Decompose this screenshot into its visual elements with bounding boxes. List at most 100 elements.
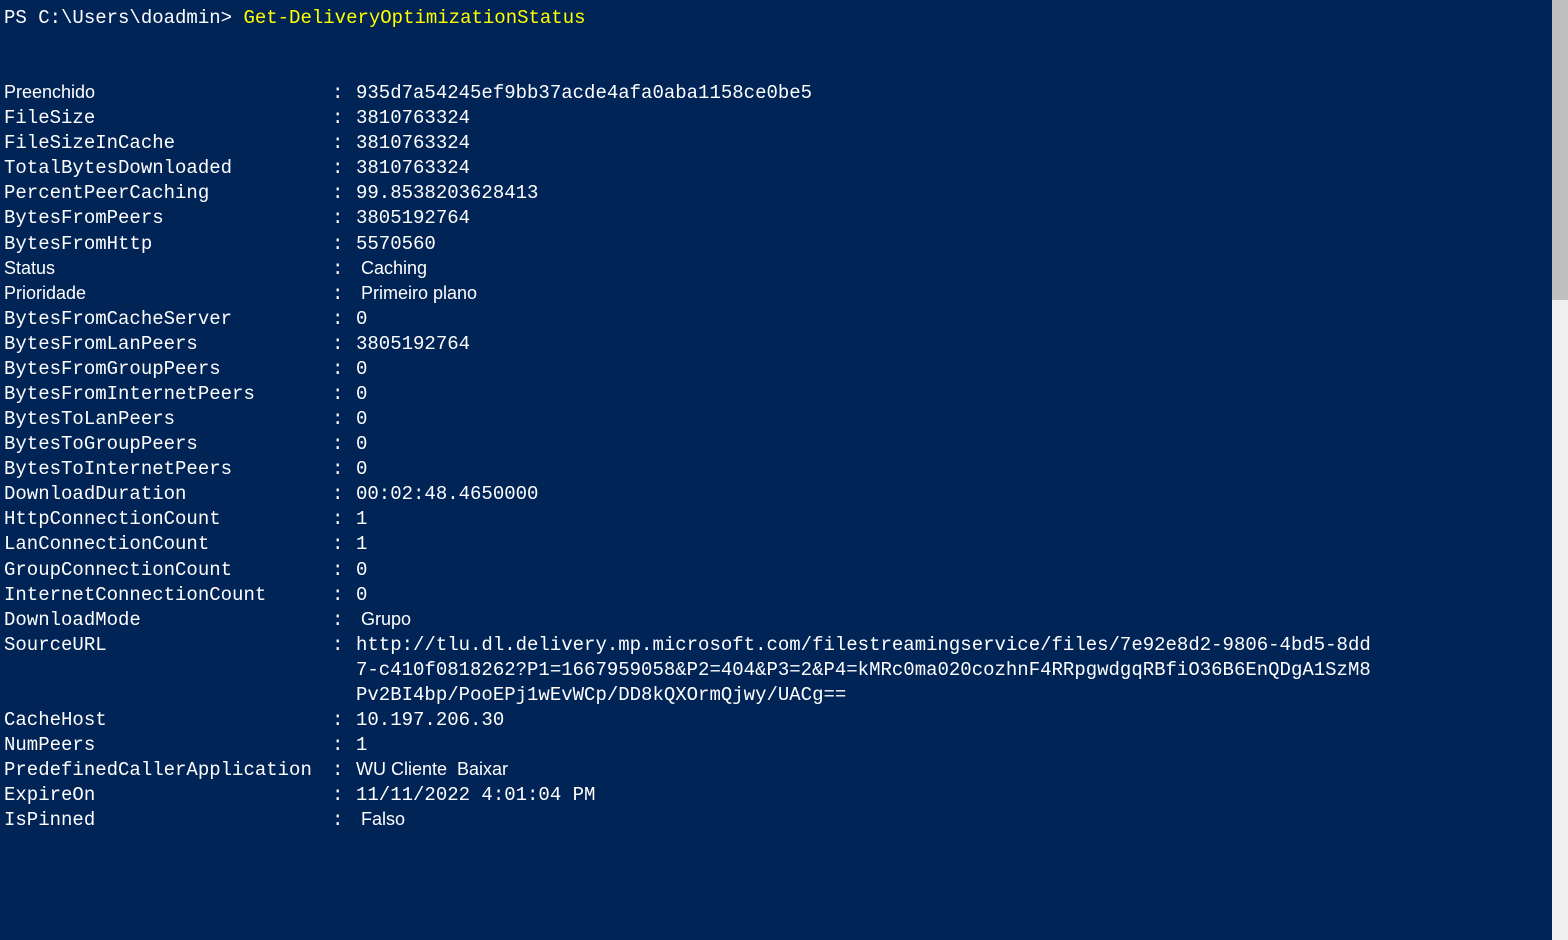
vertical-scrollbar[interactable] [1552, 0, 1568, 940]
property-value: 3810763324 [356, 106, 1564, 131]
output-row: Preenchido: 935d7a54245ef9bb37acde4afa0a… [4, 81, 1564, 106]
property-value: 3805192764 [356, 206, 1564, 231]
property-value: 0 [356, 432, 1564, 457]
property-value: 1 [356, 733, 1564, 758]
separator: : [332, 783, 356, 808]
property-key: Preenchido [4, 81, 332, 106]
prompt-line: PS C:\Users\doadmin> Get-DeliveryOptimiz… [4, 6, 1564, 31]
output-row: BytesFromHttp: 5570560 [4, 232, 1564, 257]
property-value: 10.197.206.30 [356, 708, 1564, 733]
separator: : [332, 558, 356, 583]
output-row: BytesFromPeers: 3805192764 [4, 206, 1564, 231]
property-value: 0 [356, 583, 1564, 608]
output-row: TotalBytesDownloaded: 3810763324 [4, 156, 1564, 181]
output-row: InternetConnectionCount: 0 [4, 583, 1564, 608]
scrollbar-thumb[interactable] [1552, 0, 1568, 300]
separator: : [332, 733, 356, 758]
property-value: 99.8538203628413 [356, 181, 1564, 206]
output-row: FileSize: 3810763324 [4, 106, 1564, 131]
property-value: 5570560 [356, 232, 1564, 257]
output-row: DownloadMode: Grupo [4, 608, 1564, 633]
separator: : [332, 232, 356, 257]
separator: : [332, 257, 356, 282]
separator: : [332, 583, 356, 608]
separator: : [332, 382, 356, 407]
property-key: IsPinned [4, 808, 332, 833]
property-value: 0 [356, 457, 1564, 482]
property-key: BytesToInternetPeers [4, 457, 332, 482]
property-value: Falso [356, 808, 1564, 833]
property-key: PercentPeerCaching [4, 181, 332, 206]
output-row: CacheHost: 10.197.206.30 [4, 708, 1564, 733]
separator: : [332, 407, 356, 432]
property-key: BytesFromInternetPeers [4, 382, 332, 407]
property-key: TotalBytesDownloaded [4, 156, 332, 181]
separator: : [332, 608, 356, 633]
property-key: HttpConnectionCount [4, 507, 332, 532]
output-row: Prioridade: Primeiro plano [4, 282, 1564, 307]
property-key: BytesFromHttp [4, 232, 332, 257]
output-row: GroupConnectionCount: 0 [4, 558, 1564, 583]
output-row: BytesFromInternetPeers: 0 [4, 382, 1564, 407]
separator: : [332, 156, 356, 181]
output-row: BytesToGroupPeers: 0 [4, 432, 1564, 457]
property-value: 0 [356, 558, 1564, 583]
property-value: Grupo [356, 608, 1564, 633]
separator: : [332, 307, 356, 332]
property-value: 0 [356, 357, 1564, 382]
separator: : [332, 81, 356, 106]
property-key: BytesToGroupPeers [4, 432, 332, 457]
output-row: FileSizeInCache: 3810763324 [4, 131, 1564, 156]
property-key: DownloadDuration [4, 482, 332, 507]
output-row: DownloadDuration: 00:02:48.4650000 [4, 482, 1564, 507]
property-key: BytesFromCacheServer [4, 307, 332, 332]
separator: : [332, 432, 356, 457]
property-key: DownloadMode [4, 608, 332, 633]
output-row: NumPeers: 1 [4, 733, 1564, 758]
property-key: NumPeers [4, 733, 332, 758]
property-value: http://tlu.dl.delivery.mp.microsoft.com/… [356, 633, 1564, 658]
separator: : [332, 282, 356, 307]
property-key: ExpireOn [4, 783, 332, 808]
separator: : [332, 633, 356, 658]
output-row: IsPinned: Falso [4, 808, 1564, 833]
separator: : [332, 532, 356, 557]
property-key: SourceURL [4, 633, 332, 658]
property-key: BytesFromPeers [4, 206, 332, 231]
output-row: BytesToInternetPeers: 0 [4, 457, 1564, 482]
property-key: FileSizeInCache [4, 131, 332, 156]
property-value: Primeiro plano [356, 282, 1564, 307]
blank-spacer [4, 31, 1564, 81]
property-value-continuation: 7-c410f0818262?P1=1667959058&P2=404&P3=2… [4, 658, 1564, 683]
property-value: 935d7a54245ef9bb37acde4afa0aba1158ce0be5 [356, 81, 1564, 106]
property-key: InternetConnectionCount [4, 583, 332, 608]
property-value: 3810763324 [356, 156, 1564, 181]
property-value: Caching [356, 257, 1564, 282]
output-row: BytesToLanPeers: 0 [4, 407, 1564, 432]
property-key: BytesFromLanPeers [4, 332, 332, 357]
property-key: Status [4, 257, 332, 282]
property-key: BytesFromGroupPeers [4, 357, 332, 382]
property-value: 11/11/2022 4:01:04 PM [356, 783, 1564, 808]
separator: : [332, 507, 356, 532]
property-value-continuation: Pv2BI4bp/PooEPj1wEvWCp/DD8kQXOrmQjwy/UAC… [4, 683, 1564, 708]
separator: : [332, 206, 356, 231]
property-value: 1 [356, 532, 1564, 557]
property-key: PredefinedCallerApplication [4, 758, 332, 783]
property-key: GroupConnectionCount [4, 558, 332, 583]
property-value: 0 [356, 382, 1564, 407]
output-row: PercentPeerCaching: 99.8538203628413 [4, 181, 1564, 206]
separator: : [332, 332, 356, 357]
output-row: PredefinedCallerApplication: WU Cliente … [4, 758, 1564, 783]
separator: : [332, 457, 356, 482]
command-output: Preenchido: 935d7a54245ef9bb37acde4afa0a… [4, 81, 1564, 833]
output-row: LanConnectionCount: 1 [4, 532, 1564, 557]
separator: : [332, 708, 356, 733]
output-row: BytesFromGroupPeers: 0 [4, 357, 1564, 382]
output-row: ExpireOn: 11/11/2022 4:01:04 PM [4, 783, 1564, 808]
property-value: 3805192764 [356, 332, 1564, 357]
property-value: 1 [356, 507, 1564, 532]
separator: : [332, 181, 356, 206]
property-value: 0 [356, 307, 1564, 332]
property-key: BytesToLanPeers [4, 407, 332, 432]
